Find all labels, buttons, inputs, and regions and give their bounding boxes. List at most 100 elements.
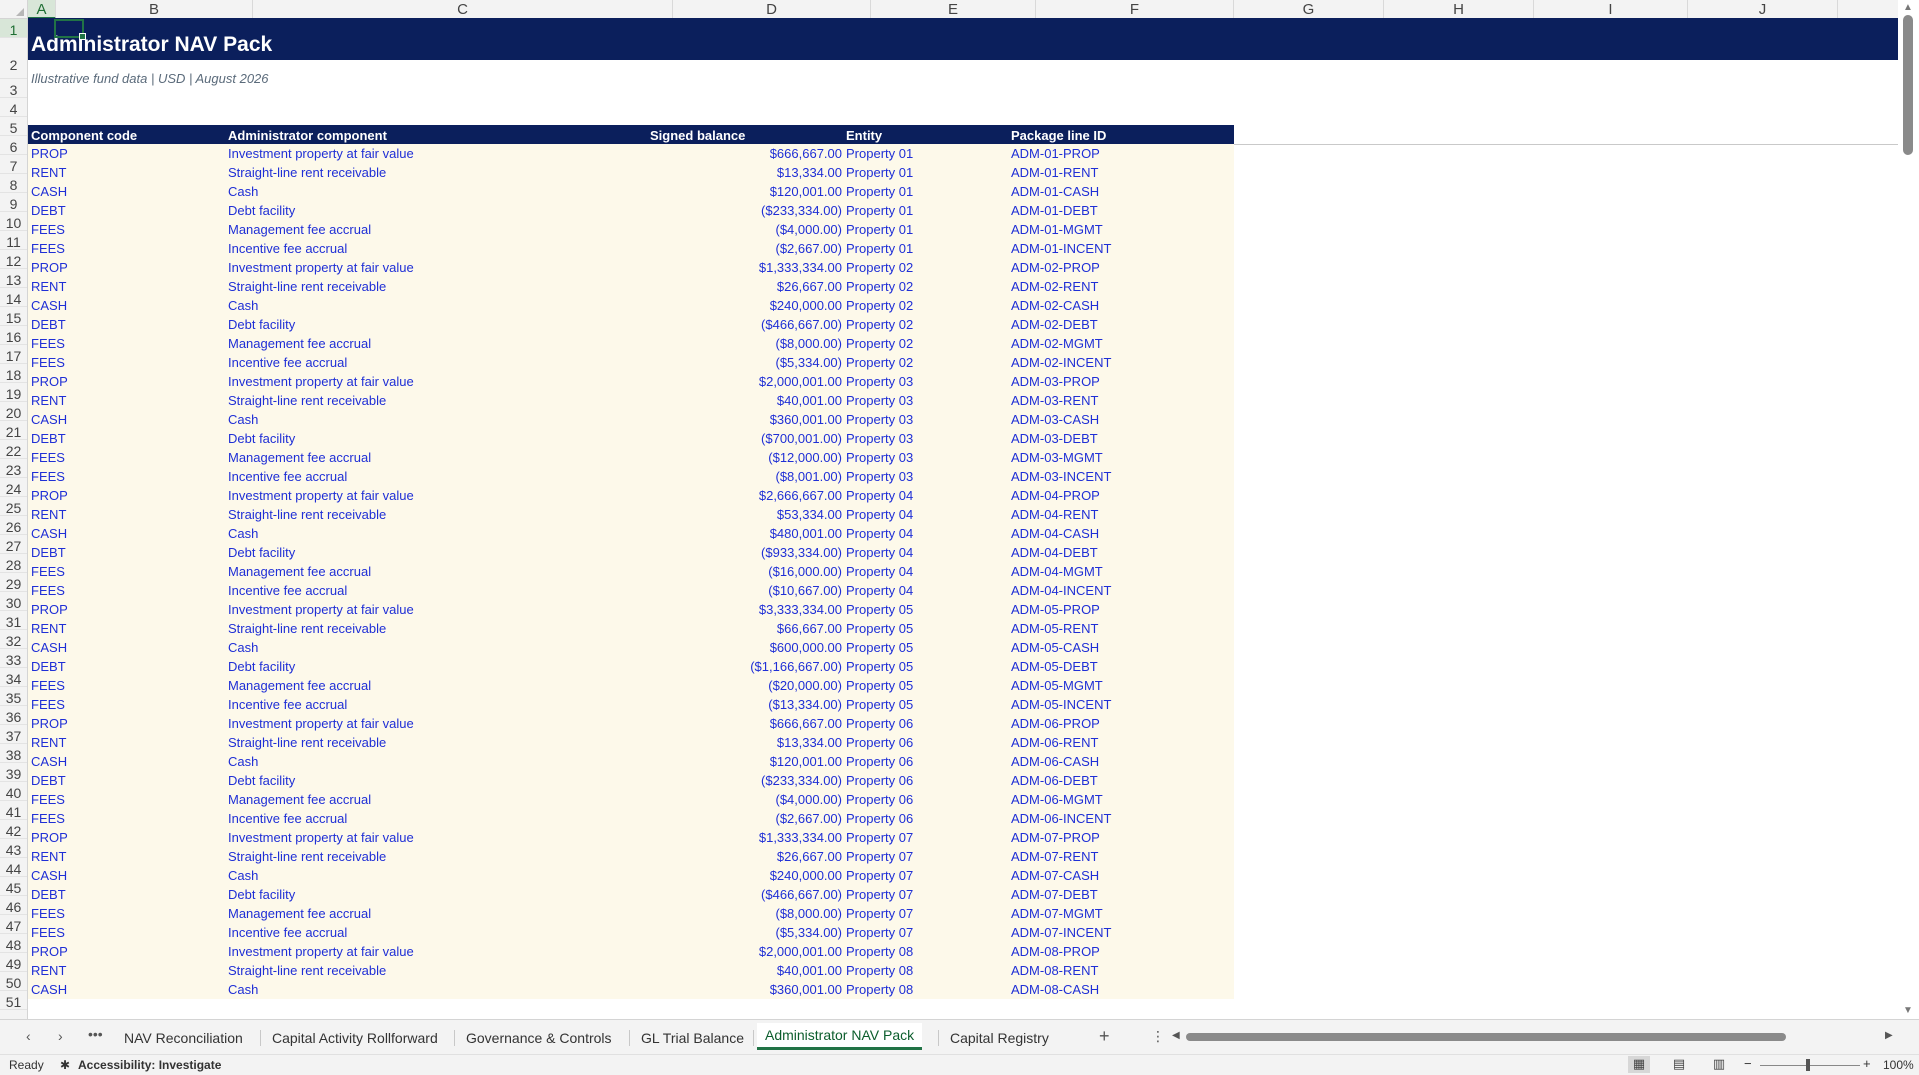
column-header-d[interactable]: D <box>673 0 871 19</box>
cell-signed-balance[interactable]: ($8,000.00) <box>588 904 843 923</box>
cell-administrator-component[interactable]: Cash <box>228 866 638 885</box>
cell-package-line-id[interactable]: ADM-03-INCENT <box>1011 467 1211 486</box>
cell-signed-balance[interactable]: $240,000.00 <box>588 866 842 885</box>
cell-administrator-component[interactable]: Incentive fee accrual <box>228 923 638 942</box>
cell-signed-balance[interactable]: $3,333,334.00 <box>588 600 842 619</box>
row-header-37[interactable]: 37 <box>0 725 27 744</box>
cell-entity[interactable]: Property 03 <box>846 410 1006 429</box>
horizontal-scrollbar[interactable] <box>1172 1031 1884 1043</box>
row-header-50[interactable]: 50 <box>0 972 27 991</box>
row-header-23[interactable]: 23 <box>0 459 27 478</box>
cell-package-line-id[interactable]: ADM-03-MGMT <box>1011 448 1211 467</box>
cell-signed-balance[interactable]: $240,000.00 <box>588 296 842 315</box>
cell-entity[interactable]: Property 04 <box>846 524 1006 543</box>
column-header-c[interactable]: C <box>253 0 673 19</box>
row-header-46[interactable]: 46 <box>0 896 27 915</box>
cell-entity[interactable]: Property 01 <box>846 220 1006 239</box>
cell-signed-balance[interactable]: ($233,334.00) <box>588 771 842 790</box>
cell-component-code[interactable]: RENT <box>31 961 221 980</box>
cell-package-line-id[interactable]: ADM-05-PROP <box>1011 600 1211 619</box>
cell-signed-balance[interactable]: ($2,667.00) <box>588 239 843 258</box>
cell-entity[interactable]: Property 05 <box>846 638 1006 657</box>
cell-entity[interactable]: Property 02 <box>846 296 1006 315</box>
cell-component-code[interactable]: RENT <box>31 163 221 182</box>
row-header-49[interactable]: 49 <box>0 953 27 972</box>
sheet-tab-governance-controls[interactable]: Governance & Controls <box>458 1026 620 1050</box>
cell-package-line-id[interactable]: ADM-06-PROP <box>1011 714 1211 733</box>
cell-signed-balance[interactable]: ($8,000.00) <box>588 334 843 353</box>
row-header-11[interactable]: 11 <box>0 231 27 250</box>
sheet-tab-capital-registry[interactable]: Capital Registry <box>942 1026 1057 1050</box>
cell-signed-balance[interactable]: ($10,667.00) <box>588 581 842 600</box>
cell-administrator-component[interactable]: Debt facility <box>228 771 638 790</box>
cell-administrator-component[interactable]: Cash <box>228 752 638 771</box>
cell-administrator-component[interactable]: Cash <box>228 524 638 543</box>
zoom-out-button[interactable]: − <box>1744 1056 1752 1071</box>
cell-component-code[interactable]: DEBT <box>31 657 221 676</box>
cell-entity[interactable]: Property 08 <box>846 980 1006 999</box>
accessibility-icon[interactable]: ✱ <box>60 1058 70 1072</box>
cell-entity[interactable]: Property 06 <box>846 752 1006 771</box>
cell-entity[interactable]: Property 01 <box>846 239 1006 258</box>
cell-entity[interactable]: Property 04 <box>846 486 1006 505</box>
column-header-g[interactable]: G <box>1234 0 1384 19</box>
cell-package-line-id[interactable]: ADM-01-INCENT <box>1011 239 1211 258</box>
cell-component-code[interactable]: RENT <box>31 505 221 524</box>
row-header-47[interactable]: 47 <box>0 915 27 934</box>
cell-signed-balance[interactable]: $360,001.00 <box>588 980 842 999</box>
select-all-button[interactable] <box>0 0 28 19</box>
cell-administrator-component[interactable]: Cash <box>228 980 638 999</box>
cell-package-line-id[interactable]: ADM-07-DEBT <box>1011 885 1211 904</box>
cell-administrator-component[interactable]: Debt facility <box>228 543 638 562</box>
cell-entity[interactable]: Property 06 <box>846 809 1006 828</box>
cell-package-line-id[interactable]: ADM-05-MGMT <box>1011 676 1211 695</box>
cell-administrator-component[interactable]: Debt facility <box>228 315 638 334</box>
cell-entity[interactable]: Property 04 <box>846 581 1006 600</box>
cell-component-code[interactable]: PROP <box>31 714 221 733</box>
cell-entity[interactable]: Property 05 <box>846 619 1006 638</box>
cell-administrator-component[interactable]: Management fee accrual <box>228 334 638 353</box>
zoom-level[interactable]: 100% <box>1883 1058 1914 1072</box>
cell-signed-balance[interactable]: $2,000,001.00 <box>588 942 842 961</box>
active-cell-a1[interactable] <box>54 19 86 40</box>
row-header-39[interactable]: 39 <box>0 763 27 782</box>
cell-signed-balance[interactable]: $26,667.00 <box>588 847 842 866</box>
cell-signed-balance[interactable]: ($20,000.00) <box>588 676 842 695</box>
cell-component-code[interactable]: PROP <box>31 942 221 961</box>
row-header-38[interactable]: 38 <box>0 744 27 763</box>
cell-component-code[interactable]: RENT <box>31 391 221 410</box>
row-header-20[interactable]: 20 <box>0 402 27 421</box>
cell-signed-balance[interactable]: $13,334.00 <box>588 733 842 752</box>
cell-entity[interactable]: Property 06 <box>846 790 1006 809</box>
cell-signed-balance[interactable]: $600,000.00 <box>588 638 842 657</box>
cell-package-line-id[interactable]: ADM-05-RENT <box>1011 619 1211 638</box>
row-header-43[interactable]: 43 <box>0 839 27 858</box>
cell-administrator-component[interactable]: Incentive fee accrual <box>228 581 638 600</box>
cell-component-code[interactable]: FEES <box>31 790 221 809</box>
cell-administrator-component[interactable]: Management fee accrual <box>228 562 638 581</box>
cell-signed-balance[interactable]: ($466,667.00) <box>588 885 842 904</box>
row-header-10[interactable]: 10 <box>0 212 27 231</box>
row-header-22[interactable]: 22 <box>0 440 27 459</box>
row-header-36[interactable]: 36 <box>0 706 27 725</box>
cell-signed-balance[interactable]: ($2,667.00) <box>588 809 843 828</box>
row-header-32[interactable]: 32 <box>0 630 27 649</box>
cell-entity[interactable]: Property 03 <box>846 448 1006 467</box>
row-header-29[interactable]: 29 <box>0 573 27 592</box>
cell-package-line-id[interactable]: ADM-08-RENT <box>1011 961 1211 980</box>
header-entity[interactable]: Entity <box>846 125 882 144</box>
header-component-code[interactable]: Component code <box>31 125 137 144</box>
cell-signed-balance[interactable]: $53,334.00 <box>588 505 842 524</box>
cell-component-code[interactable]: FEES <box>31 562 221 581</box>
cell-component-code[interactable]: DEBT <box>31 315 221 334</box>
row-header-7[interactable]: 7 <box>0 155 27 174</box>
cell-component-code[interactable]: PROP <box>31 372 221 391</box>
cell-package-line-id[interactable]: ADM-06-RENT <box>1011 733 1211 752</box>
row-header-40[interactable]: 40 <box>0 782 27 801</box>
cell-signed-balance[interactable]: $120,001.00 <box>588 182 842 201</box>
scroll-right-icon[interactable]: ▶ <box>1885 1030 1893 1041</box>
zoom-slider-thumb[interactable] <box>1806 1059 1810 1071</box>
vertical-scrollbar[interactable]: ▲ ▼ <box>1898 0 1919 1019</box>
accessibility-status[interactable]: Accessibility: Investigate <box>78 1058 221 1072</box>
column-header-a[interactable]: A <box>28 0 56 19</box>
